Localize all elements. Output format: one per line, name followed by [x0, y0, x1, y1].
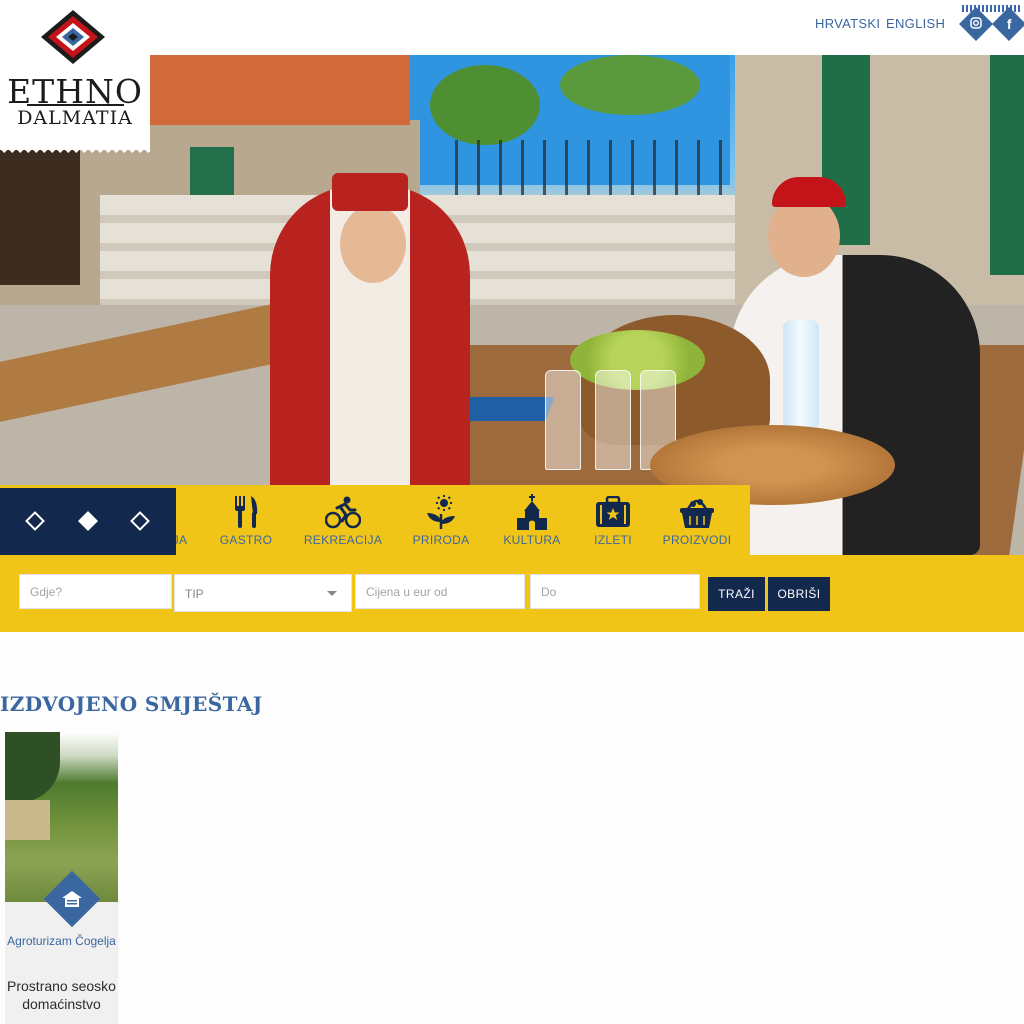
hero-man-cap	[772, 177, 846, 207]
category-label: KULTURA	[503, 533, 561, 547]
chevron-down-icon	[327, 591, 337, 596]
hero-bikes	[455, 140, 730, 200]
instagram-icon[interactable]	[959, 7, 993, 41]
hero-tree	[560, 55, 700, 115]
cyclist-icon	[325, 493, 361, 531]
hero-roof	[150, 55, 410, 125]
house-icon	[61, 888, 83, 910]
listing-photo-tree	[5, 732, 60, 802]
price-from-input[interactable]	[355, 574, 525, 609]
listing-card[interactable]: Agroturizam Čogelja Prostrano seosko dom…	[5, 732, 118, 1024]
type-select[interactable]: TIP	[174, 574, 352, 612]
clear-button[interactable]: OBRIŠI	[768, 577, 830, 611]
hero-image	[0, 55, 1024, 555]
church-icon	[516, 493, 548, 531]
facebook-icon[interactable]: f	[992, 7, 1024, 41]
hero-tree	[430, 65, 540, 145]
listing-description: Prostrano seosko domaćinstvo	[7, 978, 116, 1012]
lang-hrvatski-link[interactable]: HRVATSKI	[815, 16, 880, 31]
category-nature[interactable]: PRIRODA	[408, 485, 474, 555]
listing-photo-house	[5, 800, 50, 840]
category-label: PROIZVODI	[662, 533, 732, 547]
search-button[interactable]: TRAŽI	[708, 577, 765, 611]
ornament-icon	[41, 10, 105, 64]
slider-dot[interactable]	[130, 511, 150, 531]
suitcase-icon	[595, 493, 631, 531]
hero-door	[0, 145, 80, 285]
category-culture[interactable]: KULTURA	[497, 485, 567, 555]
category-trips[interactable]: IZLETI	[588, 485, 638, 555]
type-select-value: TIP	[185, 587, 204, 601]
top-bar: HRVATSKI ENGLISH f	[0, 0, 1024, 55]
hero-water-bottle	[783, 320, 819, 430]
fork-knife-icon	[232, 493, 260, 531]
hero-woman-headdress	[332, 173, 408, 211]
hero-glass	[545, 370, 581, 470]
category-label: IZLETI	[594, 533, 632, 547]
lang-english-link[interactable]: ENGLISH	[886, 16, 945, 31]
site-logo[interactable]: ETHNO DALMATIA	[0, 0, 150, 157]
listing-name[interactable]: Agroturizam Čogelja	[5, 932, 118, 950]
slider-dot-active[interactable]	[78, 511, 98, 531]
price-to-input[interactable]	[530, 574, 700, 609]
hero-woman-face	[340, 205, 406, 283]
search-bar: TIP TRAŽI OBRIŠI	[0, 555, 1024, 632]
slider-dot[interactable]	[25, 511, 45, 531]
featured-heading: IZDVOJENO SMJEŠTAJ	[0, 692, 263, 716]
category-label: REKREACIJA	[303, 533, 383, 547]
category-recreation[interactable]: REKREACIJA	[300, 485, 386, 555]
logo-text-dalmatia: DALMATIA	[17, 107, 133, 129]
flower-icon	[424, 493, 458, 531]
category-label: GASTRO	[219, 533, 273, 547]
slider-indicators	[0, 488, 176, 555]
basket-icon	[679, 493, 715, 531]
category-label: PRIRODA	[412, 533, 470, 547]
category-gastro[interactable]: GASTRO	[215, 485, 277, 555]
hero-man-face	[768, 195, 840, 277]
listing-photo	[5, 732, 118, 902]
logo-divider	[27, 104, 124, 106]
hero-grapes	[570, 330, 705, 390]
where-input[interactable]	[19, 574, 172, 609]
hero-glass	[595, 370, 631, 470]
logo-zigzag-edge	[0, 149, 150, 157]
category-products[interactable]: PROIZVODI	[658, 485, 736, 555]
hero-shutter	[990, 55, 1024, 275]
